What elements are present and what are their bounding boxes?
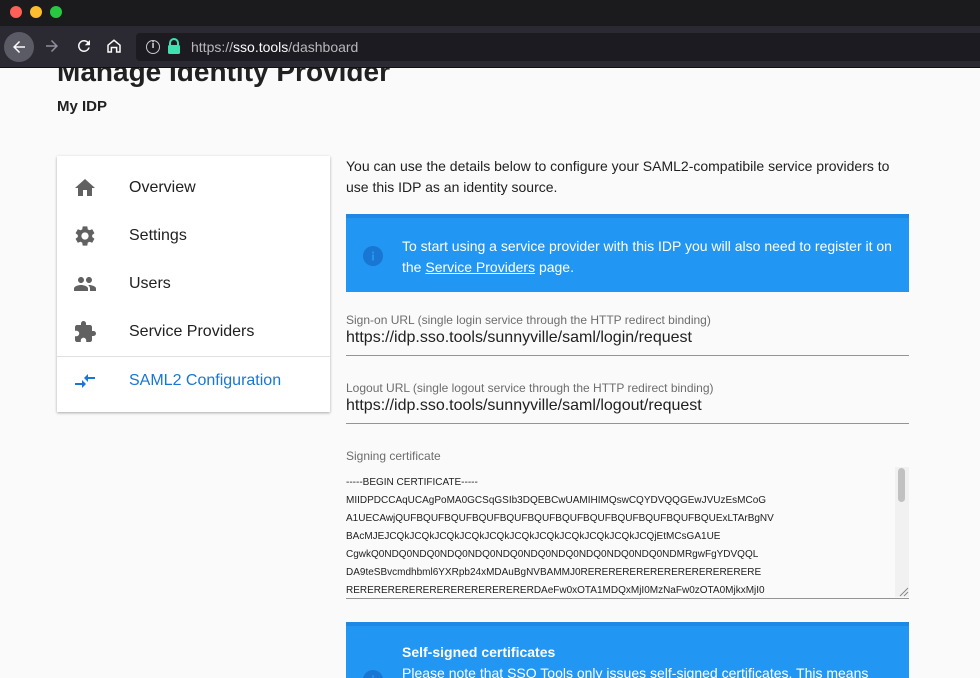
info-icon: [363, 246, 383, 266]
signing-certificate-label: Signing certificate: [346, 449, 441, 463]
info-icon: [363, 670, 383, 678]
gear-icon: [75, 226, 95, 246]
reload-button[interactable]: [70, 32, 98, 60]
idp-menu: Overview Settings Users Service Provider…: [57, 156, 330, 412]
certificate-line: RERERERERERERERERERERERERERDAeFw0xOTA1MD…: [346, 585, 765, 596]
certificate-scrollbar[interactable]: [895, 467, 909, 597]
reload-icon: [77, 39, 90, 52]
menu-item-label: Overview: [129, 179, 196, 196]
signon-url-field[interactable]: Sign-on URL (single login service throug…: [346, 313, 909, 356]
self-signed-alert: Self-signed certificates Please note tha…: [346, 622, 909, 678]
menu-item-label: SAML2 Configuration: [129, 372, 282, 389]
service-providers-link[interactable]: Service Providers: [425, 259, 535, 275]
signing-certificate-field: Signing certificate -----BEGIN CERTIFICA…: [346, 449, 909, 599]
menu-item-overview[interactable]: Overview: [57, 164, 330, 212]
logout-url-value[interactable]: https://idp.sso.tools/sunnyville/saml/lo…: [346, 397, 702, 415]
logout-url-label: Logout URL (single logout service throug…: [346, 381, 714, 395]
compare-arrows-icon: [75, 374, 95, 388]
url-text: https://sso.tools/dashboard: [191, 39, 359, 55]
intro-text: You can use the details below to configu…: [346, 158, 890, 195]
page-title: Manage Identity Provider: [57, 68, 390, 87]
menu-item-service-providers[interactable]: Service Providers: [57, 308, 330, 356]
minimize-window-button[interactable]: [30, 6, 42, 18]
window-titlebar: [0, 0, 980, 26]
signon-url-label: Sign-on URL (single login service throug…: [346, 313, 711, 327]
certificate-line: A1UECAwjQUFBQUFBQUFBQUFBQUFBQUFBQUFBQUFB…: [346, 513, 774, 524]
self-signed-alert-title: Self-signed certificates: [402, 644, 556, 660]
resize-handle-icon[interactable]: [897, 585, 909, 597]
arrow-left-icon: [13, 41, 25, 53]
menu-item-users[interactable]: Users: [57, 260, 330, 308]
home-icon: [75, 179, 95, 196]
certificate-line: CgwkQ0NDQ0NDQ0NDQ0NDQ0NDQ0NDQ0NDQ0NDQ0ND…: [346, 549, 759, 560]
menu-item-label: Users: [129, 275, 171, 292]
signing-certificate-textarea[interactable]: -----BEGIN CERTIFICATE----- MIIDPDCCAqUC…: [346, 467, 909, 597]
page-subtitle: My IDP: [57, 98, 108, 115]
certificate-line: BAcMJEJCQkJCQkJCQkJCQkJCQkJCQkJCQkJCQkJC…: [346, 531, 721, 542]
menu-item-saml2-configuration[interactable]: SAML2 Configuration: [57, 357, 330, 405]
site-info-icon[interactable]: i: [146, 40, 160, 54]
home-outline-icon: [107, 39, 121, 53]
certificate-line: MIIDPDCCAqUCAgPoMA0GCSqGSIb3DQEBCwUAMIHI…: [346, 495, 767, 506]
menu-item-label: Service Providers: [129, 323, 255, 340]
browser-toolbar: i https://sso.tools/dashboard: [0, 26, 980, 68]
people-icon: [74, 277, 96, 291]
arrow-right-icon: [46, 40, 58, 52]
logout-url-field[interactable]: Logout URL (single logout service throug…: [346, 381, 909, 424]
scrollbar-thumb[interactable]: [898, 468, 905, 502]
info-alert: To start using a service provider with t…: [346, 214, 909, 292]
certificate-line: DA9teSBvcmdhbml6YXRpb24xMDAuBgNVBAMMJ0RE…: [346, 567, 762, 578]
lock-icon: [168, 38, 180, 54]
forward-button[interactable]: [38, 32, 66, 60]
address-bar[interactable]: i https://sso.tools/dashboard: [136, 33, 980, 61]
close-window-button[interactable]: [10, 6, 22, 18]
self-signed-alert-text: Please note that SSO Tools only issues s…: [402, 665, 869, 678]
home-button[interactable]: [100, 32, 128, 60]
certificate-line: -----BEGIN CERTIFICATE-----: [346, 477, 478, 488]
info-alert-text: To start using a service provider with t…: [402, 238, 892, 275]
maximize-window-button[interactable]: [50, 6, 62, 18]
menu-item-label: Settings: [129, 227, 187, 244]
puzzle-icon: [75, 321, 96, 342]
back-button[interactable]: [4, 32, 34, 62]
menu-item-settings[interactable]: Settings: [57, 212, 330, 260]
page-content: Manage Identity Provider My IDP Overview…: [0, 68, 980, 678]
signon-url-value[interactable]: https://idp.sso.tools/sunnyville/saml/lo…: [346, 329, 692, 347]
